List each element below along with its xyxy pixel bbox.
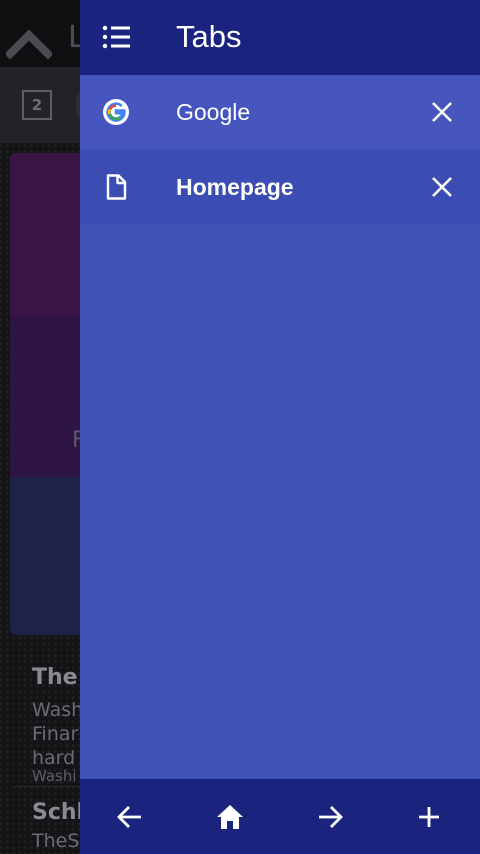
tab-item-google[interactable]: Google — [80, 75, 480, 149]
chevron-up-icon — [6, 29, 52, 60]
article-snippet-line: Finar — [32, 723, 79, 745]
plus-icon[interactable] — [414, 802, 444, 832]
drawer-header: Tabs — [80, 0, 480, 75]
article-headline: The — [32, 665, 78, 690]
article-snippet-line: TheS — [32, 830, 80, 852]
tab-item-label: Homepage — [176, 174, 294, 200]
home-icon[interactable] — [215, 802, 245, 832]
back-arrow-icon[interactable] — [115, 802, 145, 832]
list-icon[interactable] — [102, 24, 130, 50]
tab-item-label: Google — [176, 99, 251, 125]
close-icon[interactable] — [428, 173, 456, 201]
drawer-bottom-bar — [80, 779, 480, 854]
page-icon — [106, 174, 127, 200]
forward-arrow-icon[interactable] — [315, 802, 345, 832]
article-snippet-line: hard — [32, 747, 76, 769]
tab-count-badge: 2 — [22, 90, 52, 120]
close-icon[interactable] — [428, 98, 456, 126]
article-snippet-line: Wash — [32, 699, 84, 721]
tabs-drawer: Tabs Google Homepage — [80, 0, 480, 854]
article-source: Washi — [32, 767, 77, 785]
google-icon — [103, 99, 129, 125]
drawer-title: Tabs — [176, 19, 242, 54]
tab-item-homepage[interactable]: Homepage — [80, 150, 480, 224]
article-headline: Schl — [32, 800, 85, 825]
